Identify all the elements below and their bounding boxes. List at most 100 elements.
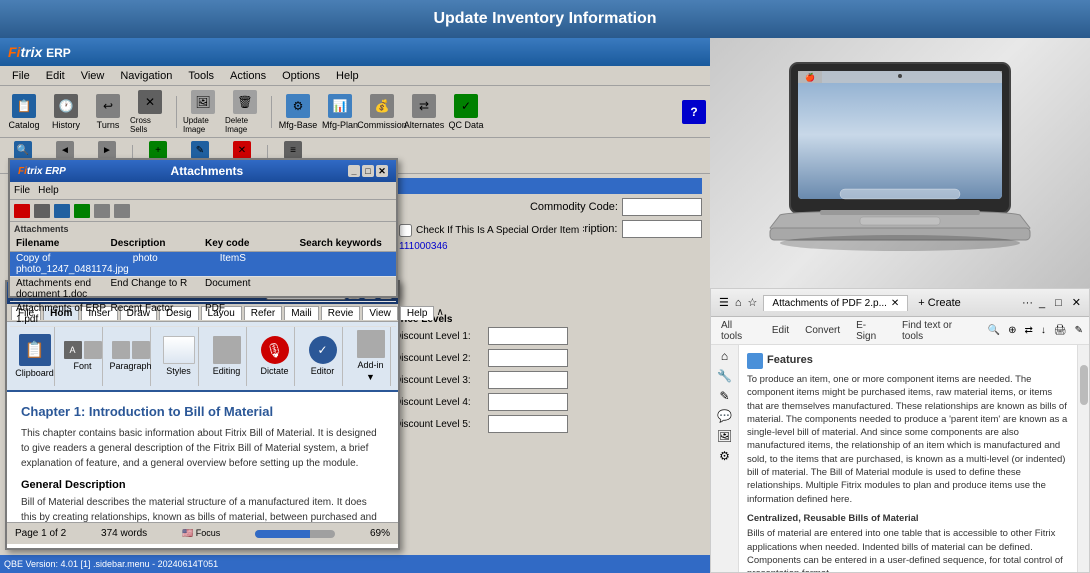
dialog-minimize[interactable]: _ — [348, 165, 360, 177]
paste-icon[interactable]: 📋 — [19, 334, 51, 366]
pdf-icon-home[interactable]: ⌂ — [721, 349, 728, 363]
pdf-convert[interactable]: Convert — [801, 323, 844, 338]
pdf-maximize-btn[interactable]: □ — [1055, 297, 1062, 309]
editor-icon[interactable]: ✓ — [309, 336, 337, 364]
toolbar-history[interactable]: 🕐 History — [46, 89, 86, 135]
menu-edit[interactable]: Edit — [38, 68, 73, 84]
toolbar-cross-sells[interactable]: ✕ Cross Sells — [130, 89, 170, 135]
pdf-star-icon[interactable]: ☆ — [748, 296, 758, 309]
pdf-icon-image[interactable]: 🖼 — [717, 429, 732, 443]
pdf-tab[interactable]: Attachments of PDF 2.p... ✕ — [763, 295, 908, 311]
toolbar-qc-data[interactable]: ✓ QC Data — [446, 89, 486, 135]
discount-4-input[interactable] — [488, 393, 568, 411]
pdf-minimize-btn[interactable]: _ — [1039, 297, 1045, 309]
word-ribbon-toggle[interactable]: ∧ — [436, 307, 443, 318]
pdf-toolbar-icon1[interactable]: ⊕ — [1008, 325, 1016, 336]
toolbar-catalog[interactable]: 📋 Catalog — [4, 89, 44, 135]
pdf-scrollbar[interactable]: 1 2 3 4 5 — [1077, 345, 1089, 572]
special-order-checkbox[interactable] — [399, 224, 412, 237]
dialog-maximize[interactable]: □ — [362, 165, 374, 177]
attach-toolbar-icon2[interactable] — [34, 204, 50, 218]
word-progress-fill — [255, 530, 310, 538]
attach-toolbar-icon3[interactable] — [54, 204, 70, 218]
dictate-icon[interactable]: 🎙 — [261, 336, 289, 364]
toolbar-alternates[interactable]: ⇄ Alternates — [404, 89, 444, 135]
toolbar-delete-image[interactable]: 🗑 Delete Image — [225, 89, 265, 135]
align-icon[interactable] — [112, 341, 130, 359]
editing-icon[interactable] — [213, 336, 241, 364]
pdf-toolbar-icon5[interactable]: ✎ — [1075, 325, 1083, 336]
erp-header: Fitrix ERP — [0, 38, 710, 66]
attachments-dialog: Fitrix ERP Attachments _ □ ✕ File Help A… — [8, 158, 398, 298]
pdf-icon-comment[interactable]: 💬 — [717, 409, 732, 423]
menu-file[interactable]: File — [4, 68, 38, 84]
toolbar1: 📋 Catalog 🕐 History ↩ Turns ✕ Cross Sell… — [0, 86, 710, 138]
pdf-home-icon[interactable]: ⌂ — [735, 297, 742, 309]
pdf-tab-close[interactable]: ✕ — [891, 298, 899, 309]
pdf-all-tools[interactable]: All tools — [717, 318, 760, 344]
pdf-icon-settings[interactable]: ⚙ — [719, 449, 730, 463]
list-icon[interactable] — [132, 341, 150, 359]
pdf-viewer: ☰ ⌂ ☆ Attachments of PDF 2.p... ✕ + Crea… — [710, 288, 1090, 573]
pdf-find[interactable]: Find text or tools — [898, 318, 980, 344]
pdf-icon-edit[interactable]: ✎ — [719, 389, 729, 403]
pdf-new-tab-btn[interactable]: + Create — [918, 297, 961, 309]
col-keywords: Search keywords — [298, 238, 393, 249]
pdf-close-btn[interactable]: ✕ — [1072, 296, 1081, 309]
additional-desc-input[interactable] — [622, 220, 702, 238]
toolbar-commission[interactable]: 💰 Commission — [362, 89, 402, 135]
pdf-centralized-header: Centralized, Reusable Bills of Material — [747, 512, 1069, 525]
addin-icon[interactable] — [357, 330, 385, 358]
pdf-hamburger-icon[interactable]: ☰ — [719, 296, 729, 309]
word-zoom: 69% — [370, 528, 390, 539]
pdf-toolbar-icon2[interactable]: ⇄ — [1025, 325, 1033, 336]
dialog-close[interactable]: ✕ — [376, 165, 388, 177]
toolbar-update-image[interactable]: 🖼 Update Image — [183, 89, 223, 135]
menu-actions[interactable]: Actions — [222, 68, 274, 84]
discount-4-label: Discount Level 4: — [394, 397, 484, 408]
discount-level-4-row: Discount Level 4: — [394, 393, 696, 411]
pdf-toolbar-icon3[interactable]: ↓ — [1041, 325, 1046, 336]
attach-toolbar-icon6[interactable] — [114, 204, 130, 218]
pdf-ellipsis-icon[interactable]: ··· — [1022, 297, 1033, 309]
discount-1-input[interactable] — [488, 327, 568, 345]
font-icon[interactable]: A — [64, 341, 82, 359]
menu-tools[interactable]: Tools — [180, 68, 222, 84]
ribbon-addin-arrow[interactable]: ▼ — [366, 372, 375, 382]
discount-3-input[interactable] — [488, 371, 568, 389]
prev-icon: ◄ — [56, 141, 74, 159]
cross-sells-icon: ✕ — [138, 90, 162, 114]
discount-5-input[interactable] — [488, 415, 568, 433]
attach-filename-2: Attachments of ERP 1.pdf — [14, 303, 109, 325]
attachment-row-2[interactable]: Attachments of ERP 1.pdf Recent Factor P… — [10, 302, 396, 327]
font-size-icon[interactable] — [84, 341, 102, 359]
menu-view[interactable]: View — [73, 68, 113, 84]
pdf-scrollbar-thumb[interactable] — [1080, 365, 1088, 405]
attachments-menu-help[interactable]: Help — [38, 185, 59, 196]
styles-icon[interactable] — [163, 336, 195, 364]
pdf-edit[interactable]: Edit — [768, 323, 793, 338]
attachments-menu-file[interactable]: File — [14, 185, 30, 196]
commodity-code-input[interactable] — [622, 198, 702, 216]
ribbon-styles-label: Styles — [166, 366, 191, 376]
pdf-toolbar-icon4[interactable]: 🖨 — [1054, 325, 1067, 336]
toolbar-mfg-plan[interactable]: 📊 Mfg-Plan — [320, 89, 360, 135]
word-tab-help[interactable]: Help — [400, 306, 435, 320]
menu-options[interactable]: Options — [274, 68, 328, 84]
toolbar-mfg-base[interactable]: ⚙ Mfg-Base — [278, 89, 318, 135]
col-keycode: Key code — [203, 238, 298, 249]
attach-toolbar-icon5[interactable] — [94, 204, 110, 218]
menu-help[interactable]: Help — [328, 68, 367, 84]
pdf-icon-tools[interactable]: 🔧 — [717, 369, 732, 383]
attach-keywords-0 — [305, 253, 392, 275]
attach-toolbar-icon4[interactable] — [74, 204, 90, 218]
attachment-row-0[interactable]: Copy of photo_1247_0481174.jpg photo Ite… — [10, 252, 396, 277]
discount-2-input[interactable] — [488, 349, 568, 367]
pdf-esign[interactable]: E-Sign — [852, 318, 890, 344]
attach-keycode-1: Document — [203, 278, 298, 300]
attachment-row-1[interactable]: Attachments end document 1.doc End Chang… — [10, 277, 396, 302]
toolbar-turns[interactable]: ↩ Turns — [88, 89, 128, 135]
ribbon-addin: Add-in ▼ — [351, 326, 391, 386]
menu-navigation[interactable]: Navigation — [112, 68, 180, 84]
attach-toolbar-icon1[interactable] — [14, 204, 30, 218]
